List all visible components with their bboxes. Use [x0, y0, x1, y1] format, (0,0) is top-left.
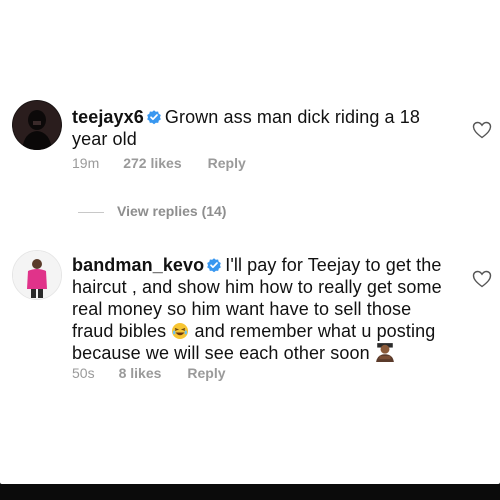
comment-1-reply-button[interactable]: Reply	[208, 155, 246, 171]
comment-2-line4b: and remember what u posting	[194, 321, 436, 341]
comment-2-line3: real money so him want have to sell thos…	[72, 299, 412, 319]
comment-1-line1: Grown ass man dick riding a 18	[164, 107, 420, 127]
comment-2-line1: I'll pay for Teejay to get the	[225, 255, 442, 275]
heart-outline-icon[interactable]	[472, 121, 492, 139]
comment-2-text: bandman_kevo I'll pay for Teejay to get t…	[72, 254, 442, 364]
person-emoji-icon	[375, 343, 394, 362]
comment-2-meta: 50s 8 likes Reply	[72, 365, 252, 381]
comment-1-meta: 19m 272 likes Reply	[72, 155, 272, 171]
verified-badge-icon	[207, 258, 222, 273]
view-replies-divider	[78, 212, 104, 213]
comment-2-time: 50s	[72, 365, 95, 381]
comment-2-line5: because we will see each other soon	[72, 343, 370, 363]
comment-1-line2: year old	[72, 129, 137, 149]
laughing-emoji-icon	[172, 323, 189, 339]
comment-1-time: 19m	[72, 155, 100, 171]
comments-panel: teejayx6 Grown ass man dick riding a 18 y…	[0, 0, 500, 484]
comment-2-reply-button[interactable]: Reply	[187, 365, 225, 381]
avatar-bandman-kevo[interactable]	[12, 250, 62, 300]
comment-1-username[interactable]: teejayx6	[72, 107, 144, 127]
comment-2-username[interactable]: bandman_kevo	[72, 255, 204, 275]
comment-1-text: teejayx6 Grown ass man dick riding a 18 y…	[72, 106, 420, 150]
verified-badge-icon	[147, 110, 161, 125]
view-replies-button[interactable]: View replies (14)	[117, 203, 226, 219]
comment-1-likes[interactable]: 272 likes	[123, 155, 181, 171]
comment-2-line4a: fraud bibles	[72, 321, 167, 341]
comment-2-line2: haircut , and show him how to really get…	[72, 277, 442, 297]
comment-2-likes[interactable]: 8 likes	[119, 365, 162, 381]
avatar-teejayx6[interactable]	[12, 100, 62, 150]
heart-outline-icon[interactable]	[472, 270, 492, 288]
